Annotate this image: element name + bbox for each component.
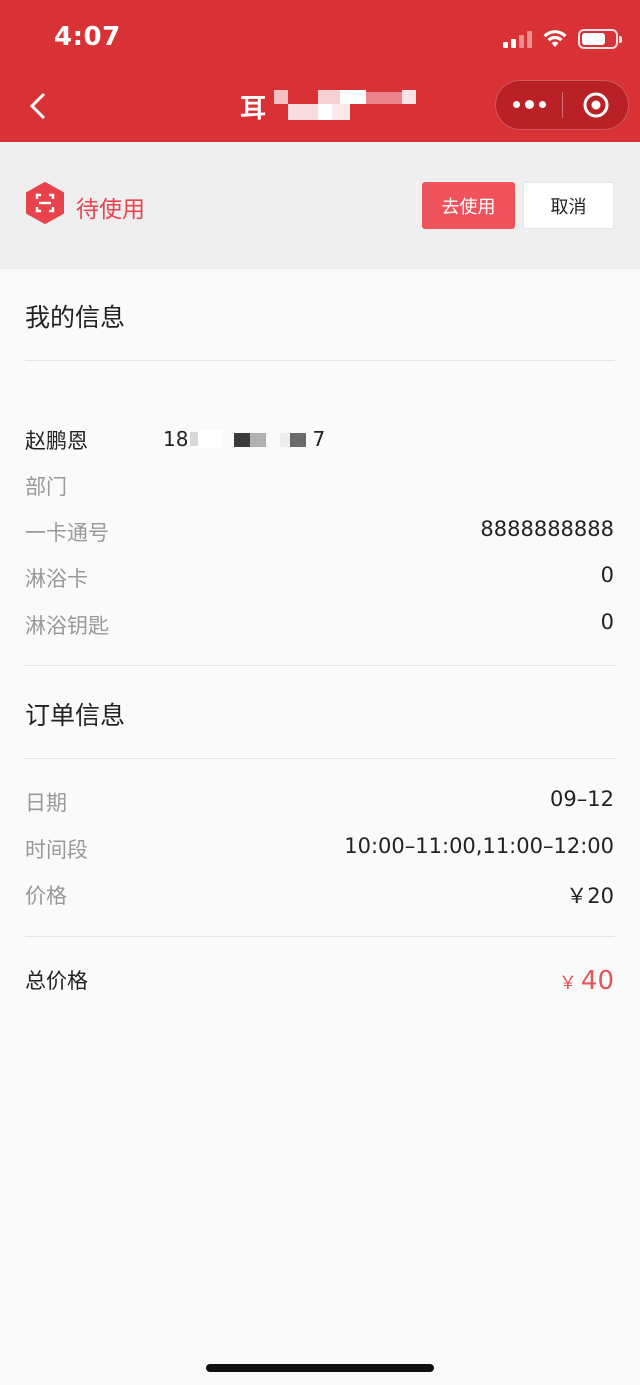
cancel-button[interactable]: 取消	[523, 182, 614, 229]
chevron-left-icon	[29, 92, 46, 120]
target-close-icon	[583, 92, 608, 118]
total-currency: ￥	[558, 973, 577, 994]
total-price-label: 总价格	[25, 969, 88, 993]
order-label-price: 价格	[25, 884, 67, 908]
info-label-shower-card: 淋浴卡	[25, 567, 88, 591]
info-label-shower-key: 淋浴钥匙	[25, 614, 109, 638]
info-value-card-number: 8888888888	[480, 517, 614, 541]
my-info-title: 我的信息	[25, 303, 126, 332]
status-time: 4:07	[54, 22, 121, 52]
divider	[25, 758, 615, 759]
title-mosaic-blur	[266, 86, 417, 126]
order-value-price: ￥20	[566, 884, 614, 908]
mini-program-capsule	[495, 80, 629, 130]
info-value-shower-card: 0	[600, 563, 614, 587]
total-price-value: ￥ 40	[559, 966, 614, 996]
scan-hexagon-icon	[26, 182, 64, 224]
divider	[25, 665, 615, 666]
battery-icon	[578, 29, 622, 49]
order-info-title: 订单信息	[25, 701, 126, 730]
more-button[interactable]	[496, 100, 562, 109]
nav-title-text: 耳	[240, 93, 267, 124]
back-button[interactable]	[18, 84, 58, 128]
status-icons	[503, 26, 622, 52]
order-label-date: 日期	[25, 791, 67, 815]
nav-title: 耳	[240, 86, 417, 126]
order-value-time-slot: 10:00–11:00,11:00–12:00	[344, 834, 614, 858]
use-button[interactable]: 去使用	[422, 182, 515, 229]
top-header: 4:07 耳	[0, 0, 640, 142]
more-dots-icon	[512, 101, 520, 108]
home-indicator[interactable]	[206, 1364, 434, 1372]
divider	[25, 360, 615, 361]
total-amount: 40	[580, 966, 614, 996]
wifi-icon	[543, 30, 567, 47]
user-phone: 18 7	[163, 426, 325, 452]
order-label-time-slot: 时间段	[25, 838, 88, 862]
info-value-shower-key: 0	[600, 610, 614, 634]
order-status-label: 待使用	[76, 197, 145, 223]
phone-start: 18	[163, 427, 189, 451]
order-status-bar: 待使用 去使用 取消	[0, 142, 640, 269]
divider	[25, 936, 615, 937]
order-value-date: 09–12	[550, 787, 614, 811]
phone-mosaic-blur	[190, 428, 310, 450]
close-button[interactable]	[563, 91, 628, 119]
info-label-card-number: 一卡通号	[25, 521, 109, 545]
info-label-department: 部门	[25, 475, 67, 499]
user-name: 赵鹏恩	[25, 429, 88, 453]
phone-end: 7	[312, 427, 326, 451]
signal-icon	[503, 30, 532, 48]
